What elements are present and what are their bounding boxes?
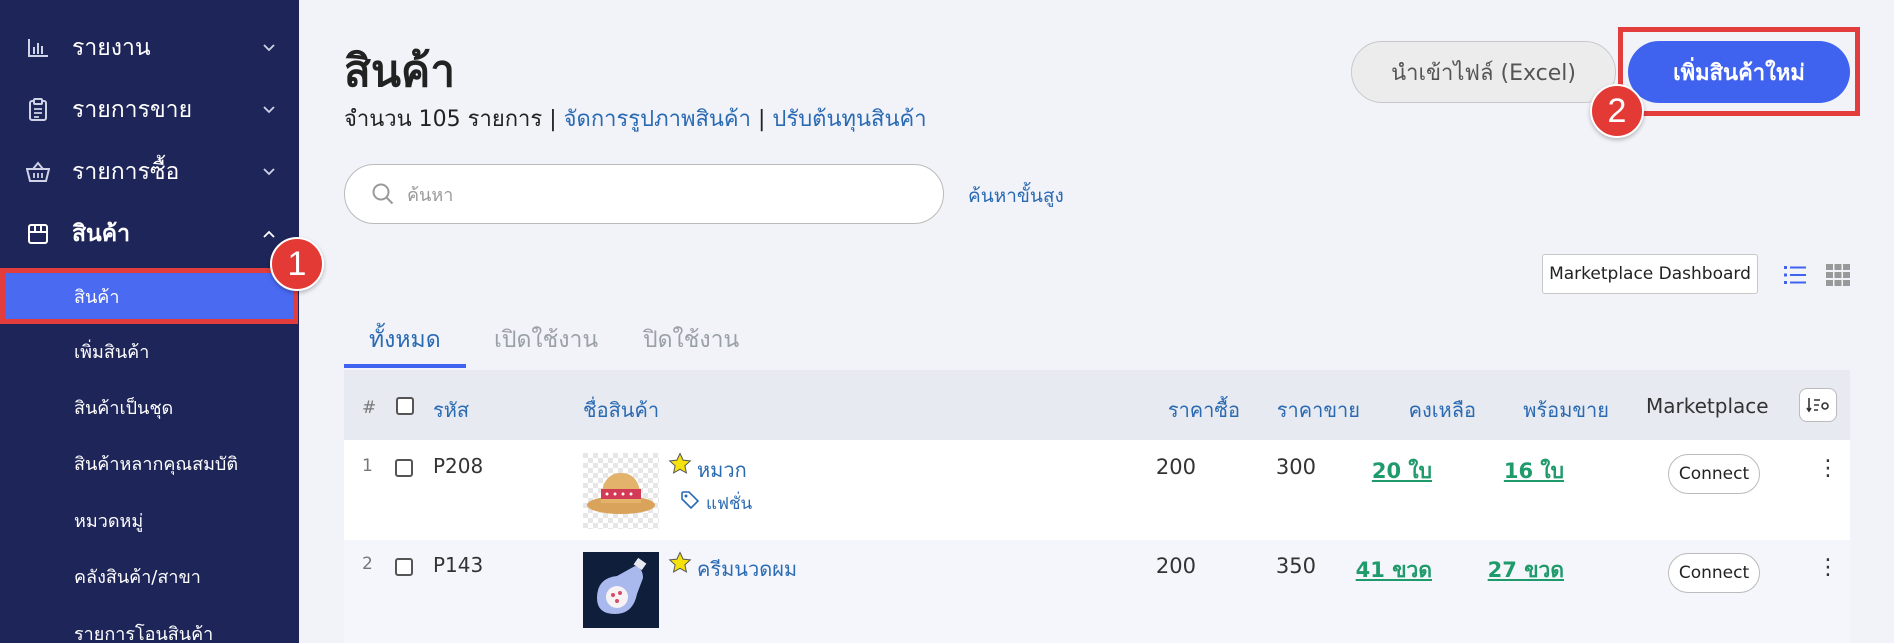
- sidebar-subitem-label: สินค้าเป็นชุด: [74, 397, 174, 419]
- marketplace-dashboard-button[interactable]: Marketplace Dashboard: [1542, 254, 1758, 294]
- connect-button[interactable]: Connect: [1668, 454, 1760, 494]
- column-name[interactable]: ชื่อสินค้า: [583, 394, 659, 426]
- bar-chart-icon: [26, 36, 50, 60]
- sidebar-item-purchases[interactable]: รายการซื้อ: [0, 146, 299, 198]
- search-input[interactable]: [407, 175, 907, 215]
- sidebar-subitem-bundles[interactable]: สินค้าเป็นชุด: [0, 384, 299, 430]
- column-settings-button[interactable]: [1799, 388, 1837, 422]
- row-checkbox[interactable]: [395, 459, 413, 477]
- row-checkbox[interactable]: [395, 558, 413, 576]
- manage-images-link[interactable]: จัดการรูปภาพสินค้า: [564, 107, 751, 132]
- table-row[interactable]: 1 P208 หมวก แฟชั่น 200 300 20 ใบ 16 ใบ C…: [344, 440, 1850, 540]
- step-badge-1: 1: [270, 237, 324, 291]
- sidebar-item-label: รายงาน: [72, 35, 151, 61]
- stock-quantity[interactable]: 20 ใบ: [1322, 455, 1432, 488]
- column-available[interactable]: พร้อมขาย: [1474, 394, 1609, 426]
- tab-inactive[interactable]: ปิดใช้งาน: [643, 322, 739, 358]
- column-stock[interactable]: คงเหลือ: [1364, 394, 1476, 426]
- product-code: P143: [433, 553, 484, 577]
- sidebar-item-report[interactable]: รายงาน: [0, 22, 299, 74]
- sidebar-item-label: รายการซื้อ: [72, 159, 180, 185]
- star-icon[interactable]: [668, 551, 692, 575]
- column-sell-price[interactable]: ราคาขาย: [1248, 394, 1360, 426]
- sidebar-subitem-label: เพิ่มสินค้า: [74, 341, 150, 363]
- more-options-icon[interactable]: ⋮: [1817, 458, 1839, 480]
- product-count: จำนวน 105 รายการ: [344, 107, 543, 132]
- basket-icon: [26, 160, 50, 184]
- sidebar-subitem-variants[interactable]: สินค้าหลากคุณสมบัติ: [0, 440, 299, 486]
- table-header: # รหัส ชื่อสินค้า ราคาซื้อ ราคาขาย คงเหล…: [344, 370, 1850, 440]
- connect-button[interactable]: Connect: [1668, 553, 1760, 593]
- column-marketplace: Marketplace: [1646, 394, 1769, 418]
- sidebar-subitem-label: หมวดหมู่: [74, 510, 144, 532]
- sidebar-item-sales[interactable]: รายการขาย: [0, 84, 299, 136]
- column-code[interactable]: รหัส: [433, 394, 469, 426]
- sidebar-subitem-label: คลังสินค้า/สาขา: [74, 566, 201, 588]
- table-row[interactable]: 2 P143 ครีมนวดผม 200 350 41 ขวด 27 ขวด C…: [344, 540, 1850, 643]
- product-name[interactable]: ครีมนวดผม: [697, 553, 797, 585]
- add-product-button[interactable]: เพิ่มสินค้าใหม่: [1628, 41, 1850, 103]
- sidebar-subitem-label: สินค้าหลากคุณสมบัติ: [74, 453, 239, 475]
- tag-icon: [680, 490, 700, 510]
- sidebar-subitem-label: รายการโอนสินค้า: [74, 623, 214, 643]
- box-icon: [26, 222, 50, 246]
- sidebar-subitem-products[interactable]: สินค้า: [4, 273, 293, 319]
- clipboard-icon: [26, 98, 50, 122]
- adjust-cost-link[interactable]: ปรับต้นทุนสินค้า: [772, 107, 926, 132]
- select-all-checkbox[interactable]: [396, 397, 414, 415]
- sidebar-subitem-add-product[interactable]: เพิ่มสินค้า: [0, 328, 299, 374]
- sell-price: 350: [1275, 554, 1316, 578]
- product-thumbnail[interactable]: [583, 453, 659, 529]
- sidebar-item-label: รายการขาย: [72, 97, 193, 123]
- sidebar-subitem-warehouses[interactable]: คลังสินค้า/สาขา: [0, 553, 299, 599]
- more-options-icon[interactable]: ⋮: [1817, 557, 1839, 579]
- sidebar-subitem-categories[interactable]: หมวดหมู่: [0, 497, 299, 543]
- sort-settings-icon: [1806, 398, 1829, 413]
- separator: |: [549, 107, 557, 132]
- tab-active[interactable]: เปิดใช้งาน: [494, 322, 598, 358]
- row-index: 2: [362, 554, 373, 574]
- import-excel-button[interactable]: นำเข้าไฟล์ (Excel): [1351, 41, 1616, 103]
- product-code: P208: [433, 454, 484, 478]
- page-title: สินค้า: [344, 46, 456, 97]
- sell-price: 300: [1275, 455, 1316, 479]
- product-tag[interactable]: แฟชั่น: [706, 490, 752, 517]
- sidebar-subitem-transfers[interactable]: รายการโอนสินค้า: [0, 610, 299, 643]
- advanced-search-link[interactable]: ค้นหาขั้นสูง: [968, 181, 1064, 211]
- star-icon[interactable]: [668, 452, 692, 476]
- available-quantity[interactable]: 27 ขวด: [1454, 554, 1564, 587]
- tab-all[interactable]: ทั้งหมด: [369, 322, 441, 358]
- chevron-up-icon: [262, 227, 276, 241]
- chevron-down-icon: [262, 41, 276, 55]
- available-quantity[interactable]: 16 ใบ: [1454, 455, 1564, 488]
- row-index: 1: [362, 456, 373, 476]
- product-summary: จำนวน 105 รายการ | จัดการรูปภาพสินค้า | …: [344, 101, 927, 136]
- sidebar: รายงาน รายการขาย รายการซื้อ สินค้า สินค้…: [0, 0, 299, 643]
- product-name[interactable]: หมวก: [697, 454, 747, 486]
- grid-view-icon[interactable]: [1826, 264, 1850, 286]
- product-thumbnail[interactable]: [583, 552, 659, 628]
- stock-quantity[interactable]: 41 ขวด: [1322, 554, 1432, 587]
- sidebar-subitem-label: สินค้า: [74, 286, 120, 308]
- separator: |: [757, 107, 766, 132]
- column-buy-price[interactable]: ราคาซื้อ: [1128, 394, 1240, 426]
- buy-price: 200: [1155, 455, 1196, 479]
- chevron-down-icon: [262, 165, 276, 179]
- chevron-down-icon: [262, 103, 276, 117]
- sidebar-item-products[interactable]: สินค้า: [0, 208, 299, 260]
- tab-underline: [344, 364, 466, 368]
- search-box: [344, 164, 944, 224]
- buy-price: 200: [1155, 554, 1196, 578]
- column-index: #: [362, 398, 377, 418]
- search-icon: [371, 182, 397, 208]
- step-badge-2: 2: [1590, 84, 1644, 138]
- list-view-icon[interactable]: [1783, 264, 1807, 286]
- sidebar-item-label: สินค้า: [72, 221, 131, 247]
